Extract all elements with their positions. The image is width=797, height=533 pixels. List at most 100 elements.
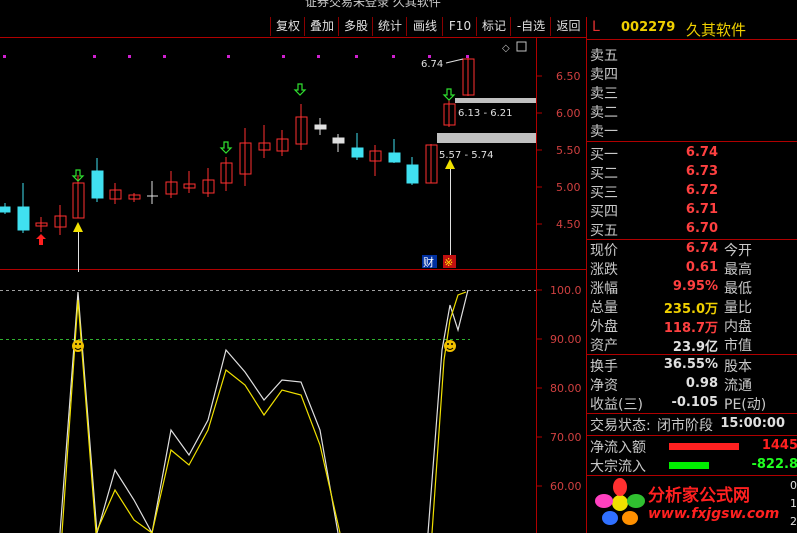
- smiley-icon: [72, 340, 84, 352]
- buy-level-3: 买三 6.72: [587, 182, 797, 201]
- flow-value: 1445: [761, 438, 797, 453]
- quote-label-2: 最高: [724, 262, 752, 278]
- gap-lower-label: 5.57 - 5.74: [439, 150, 494, 161]
- divider: [587, 141, 797, 142]
- indicator-tick: 100.0: [550, 284, 582, 297]
- quote-label-2: 今开: [724, 243, 752, 259]
- stock-chart: 6.50 6.00 5.50 5.00 4.50 100.0 90.00 80.…: [0, 37, 586, 533]
- candle: [276, 130, 289, 156]
- candle: [314, 118, 327, 135]
- buy-label: 买四: [590, 204, 618, 220]
- divider: [587, 435, 797, 436]
- candle: [239, 128, 252, 186]
- candle: [109, 183, 122, 204]
- buy-signal-lines: [78, 168, 451, 272]
- gap-zone-lower: [437, 133, 536, 143]
- buy-level-5: 买五 6.70: [587, 220, 797, 239]
- sell-label: 卖四: [590, 67, 618, 83]
- candle: [332, 134, 345, 152]
- finance-value: 0.98: [685, 376, 718, 391]
- signal-dots: [3, 55, 469, 58]
- price-tick: 4.50: [556, 218, 581, 231]
- buy-level-2: 买二 6.73: [587, 163, 797, 182]
- flow-row-net: 净流入额 1445: [587, 437, 797, 456]
- market-flag: L: [592, 19, 600, 35]
- buy-price: 6.71: [685, 202, 718, 217]
- buy-level-1: 买一 6.74: [587, 144, 797, 163]
- finance-marker-label: 财: [423, 255, 434, 269]
- finance-value: 36.55%: [663, 357, 718, 372]
- price-tick: 6.50: [556, 70, 581, 83]
- buy-price: 6.73: [685, 164, 718, 179]
- finance-label-2: 股本: [724, 359, 752, 375]
- buy-label: 买三: [590, 185, 618, 201]
- indicator-axis: 100.0 90.00 80.00 70.00 60.00: [536, 284, 582, 493]
- candle: [369, 145, 382, 176]
- finance-row-eps: 收益(三) -0.105 PE(动): [587, 394, 797, 413]
- quote-label-2: 内盘: [724, 319, 752, 335]
- sell-label: 卖二: [590, 105, 618, 121]
- price-tick: 5.00: [556, 181, 581, 194]
- sell-level-1: 卖一: [587, 121, 797, 140]
- price-axis: 6.50 6.00 5.50 5.00 4.50: [536, 70, 581, 231]
- finance-value: -0.105: [671, 395, 718, 410]
- sell-level-2: 卖二: [587, 102, 797, 121]
- buy-price: 6.70: [685, 221, 718, 236]
- candle: [91, 158, 104, 202]
- divider: [587, 413, 797, 414]
- candle: [35, 217, 48, 232]
- divider: [587, 354, 797, 355]
- gap-zone-upper: [455, 98, 536, 103]
- finance-row-turnover: 换手 36.55% 股本: [587, 356, 797, 375]
- finance-label: 换手: [590, 359, 618, 375]
- sell-level-5: 卖五: [587, 45, 797, 64]
- finance-label: 净资: [590, 378, 618, 394]
- indicator-tick: 60.00: [550, 480, 582, 493]
- candle: [220, 157, 233, 191]
- price-tick: 5.50: [556, 144, 581, 157]
- candle: [351, 133, 364, 160]
- restore-window-icon[interactable]: [516, 41, 527, 52]
- trade-state-row: 交易状态: 闭市阶段 15:00:00: [587, 415, 797, 434]
- sell-level-4: 卖四: [587, 64, 797, 83]
- candle: [406, 157, 419, 185]
- quote-label-2: 量比: [724, 300, 752, 316]
- edge-digit: 1: [790, 497, 797, 510]
- down-arrow-icon: [293, 83, 307, 96]
- diamond-icon[interactable]: ◇: [502, 43, 510, 54]
- quote-value: 23.9亿: [672, 340, 718, 355]
- candle: [54, 205, 67, 235]
- candle: [258, 125, 271, 158]
- finance-row-netasset: 净资 0.98 流通: [587, 375, 797, 394]
- candle: [0, 203, 11, 214]
- logo-title: 分析家公式网: [648, 486, 750, 506]
- flow-label: 净流入额: [590, 440, 646, 456]
- candle: [165, 171, 178, 198]
- buy-label: 买五: [590, 223, 618, 239]
- trade-state-label: 交易状态:: [590, 418, 651, 434]
- high-price-label: 6.74: [421, 59, 443, 70]
- indicator-line-yellow: [61, 299, 341, 533]
- quote-row-price: 现价 6.74 今开: [587, 240, 797, 259]
- smiley-icon: [444, 340, 456, 352]
- quote-value: 6.74: [685, 241, 718, 256]
- candle: [443, 100, 456, 127]
- quote-row-change: 涨跌 0.61 最高: [587, 259, 797, 278]
- buy-price: 6.72: [685, 183, 718, 198]
- quote-row-pct: 涨幅 9.95% 最低: [587, 278, 797, 297]
- stock-name: 久其软件: [686, 21, 747, 39]
- up-arrow-icon: [36, 234, 46, 245]
- buy-label: 买一: [590, 147, 618, 163]
- gap-upper-label: 6.13 - 6.21: [458, 108, 513, 119]
- candle: [72, 175, 85, 219]
- quote-label: 总量: [590, 300, 618, 316]
- flower-logo-icon: [595, 478, 645, 525]
- flow-bar: [669, 443, 739, 450]
- price-tick: 6.00: [556, 107, 581, 120]
- candle: [462, 58, 475, 96]
- candle: [128, 193, 141, 202]
- candle: [202, 168, 215, 197]
- indicator-line-white: [59, 291, 339, 533]
- quote-value: 235.0万: [663, 302, 718, 317]
- candle: [295, 104, 308, 150]
